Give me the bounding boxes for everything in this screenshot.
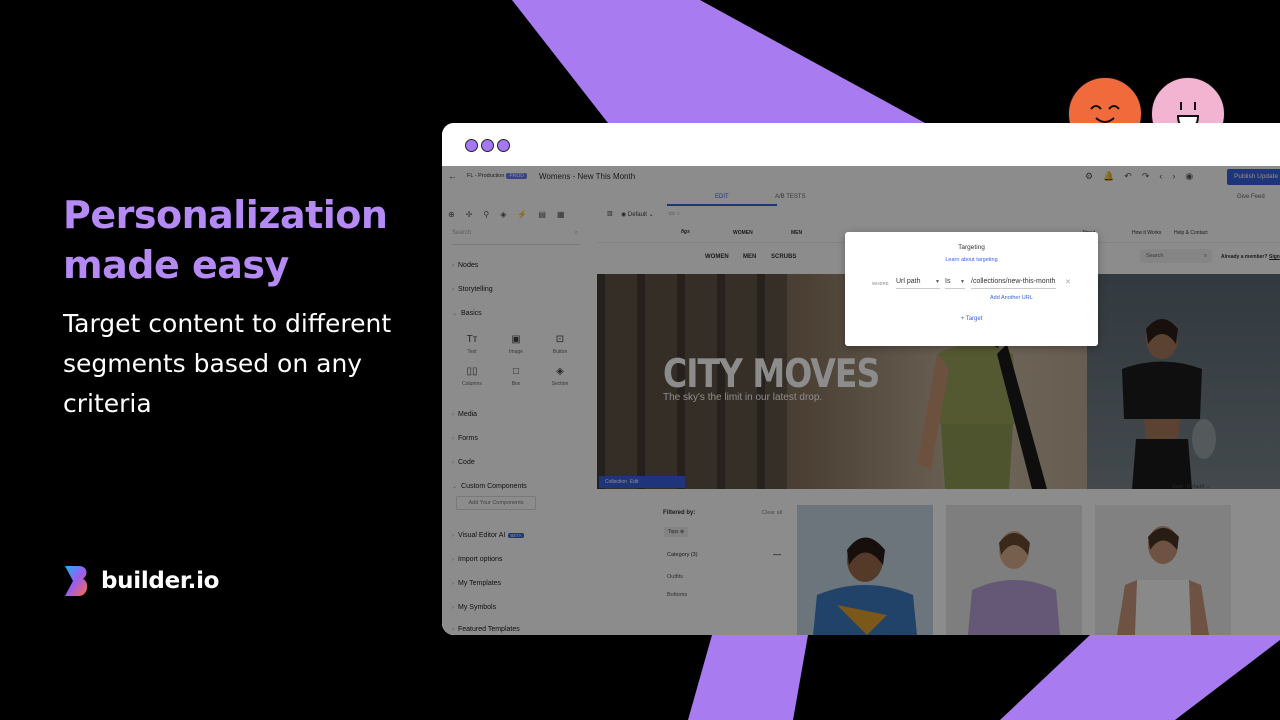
headline-title: Personalization made easy [63, 193, 388, 287]
hero-copy: Personalization made easy Target content… [63, 190, 423, 424]
window-dot-3[interactable] [497, 139, 510, 152]
builder-logo-icon [65, 566, 88, 596]
window-dot-2[interactable] [481, 139, 494, 152]
remove-condition-icon[interactable]: ✕ [1065, 278, 1071, 286]
brand-name: builder.io [101, 568, 220, 594]
window-titlebar [442, 123, 1280, 167]
where-label: WHERE [872, 281, 889, 286]
targeting-modal: Targeting Learn about targeting WHERE Ur… [845, 232, 1098, 346]
chevron-down-icon: ▼ [960, 279, 965, 285]
headline-subtitle: Target content to different segments bas… [63, 309, 392, 418]
modal-backdrop[interactable]: Targeting Learn about targeting WHERE Ur… [442, 166, 1280, 635]
add-target-button[interactable]: + Target [845, 316, 1098, 322]
browser-window: ← FL - Production PROD Womens - New This … [442, 123, 1280, 635]
targeting-title: Targeting [958, 244, 985, 251]
target-field-select[interactable]: Url path ▼ [896, 276, 940, 289]
target-operator-select[interactable]: Is ▼ [945, 276, 965, 289]
window-dot-1[interactable] [465, 139, 478, 152]
builder-logo: builder.io [63, 564, 219, 598]
chevron-down-icon: ▼ [935, 279, 940, 285]
learn-targeting-link[interactable]: Learn about targeting [845, 257, 1098, 263]
target-url-input[interactable]: /collections/new-this-month [971, 276, 1056, 289]
add-another-url-button[interactable]: Add Another URL [990, 295, 1033, 301]
